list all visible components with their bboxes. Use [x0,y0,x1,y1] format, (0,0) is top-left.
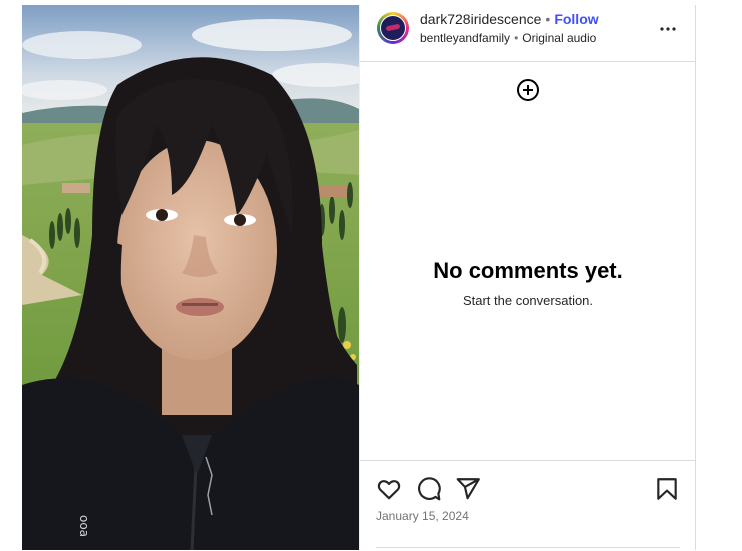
post-dialog: ooa dark728iridescence • Follow bentleyand… [22,5,696,550]
audio-source-link[interactable]: bentleyandfamily [420,31,510,45]
comment-bubble-icon[interactable] [416,476,442,502]
comments-panel: dark728iridescence • Follow bentleyandfami… [359,5,696,550]
bookmark-icon[interactable] [654,476,680,502]
video-frame: ooa [22,5,359,550]
audio-line: bentleyandfamily • Original audio [420,31,596,45]
avatar[interactable] [377,12,409,44]
svg-text:ooa: ooa [77,515,91,537]
plus-circle-icon[interactable] [516,78,540,102]
avatar-image [380,15,406,41]
username-link[interactable]: dark728iridescence [420,11,541,27]
paper-plane-icon[interactable] [455,476,481,502]
post-header: dark728iridescence • Follow bentleyandfami… [360,5,696,62]
follow-button[interactable]: Follow [554,11,598,27]
post-date[interactable]: January 15, 2024 [376,509,469,523]
separator-dot: • [514,31,519,45]
original-audio-link[interactable]: Original audio [522,31,596,45]
post-actions: January 15, 2024 [360,460,696,551]
empty-comments-subtitle: Start the conversation. [462,293,594,308]
heart-icon[interactable] [376,476,402,502]
author-line: dark728iridescence • Follow [420,11,599,27]
post-video[interactable]: ooa [22,5,359,550]
empty-comments-title: No comments yet. [433,258,623,283]
more-horizontal-icon[interactable] [656,17,680,41]
divider [376,547,680,548]
separator-dot: • [545,11,551,27]
